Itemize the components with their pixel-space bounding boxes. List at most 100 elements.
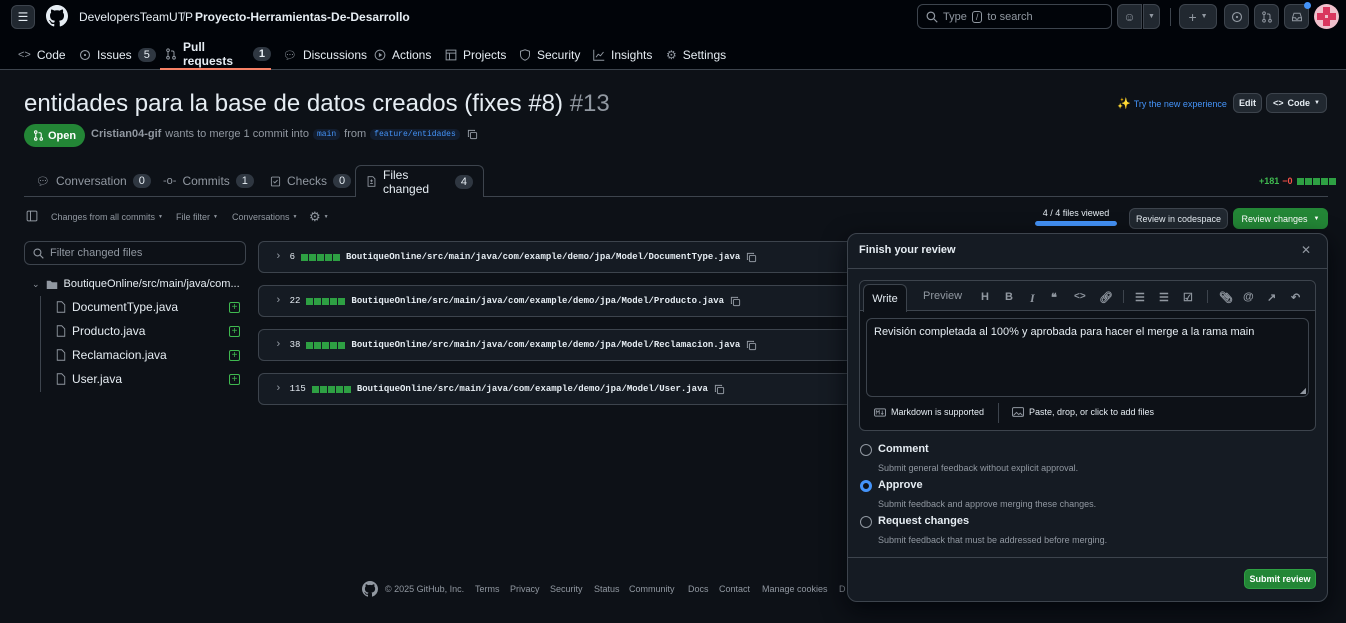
resize-handle-icon[interactable]: ◢ (1300, 386, 1306, 395)
repo-nav-projects[interactable]: Projects (445, 40, 506, 70)
chevron-right-icon[interactable]: › (275, 295, 282, 307)
code-icon[interactable]: <> (1074, 291, 1086, 302)
task-list-icon[interactable]: ☑ (1183, 291, 1193, 304)
comment-textarea[interactable]: Revisión completada al 100% y aprobada p… (866, 318, 1309, 397)
footer-link-terms[interactable]: Terms (475, 584, 500, 594)
paperclip-icon[interactable]: 📎︎ (1219, 291, 1233, 304)
breadcrumb-owner[interactable]: DevelopersTeamUTP (79, 10, 193, 24)
bulleted-list-icon[interactable]: ☰ (1159, 291, 1169, 304)
pr-author[interactable]: Cristian04-gif (91, 128, 161, 140)
footer-link-truncated[interactable]: D (839, 584, 846, 594)
pr-title-text: entidades para la base de datos creados … (24, 90, 564, 117)
diff-file-path[interactable]: BoutiqueOnline/src/main/java/com/example… (357, 384, 708, 394)
repo-nav-insights[interactable]: Insights (593, 40, 652, 70)
copy-icon[interactable] (746, 340, 757, 351)
menu-button[interactable]: ☰ (11, 5, 35, 29)
avatar[interactable] (1314, 4, 1339, 29)
tab-conversation[interactable]: 💬︎ Conversation 0 (36, 166, 151, 196)
bold-icon[interactable]: B (1005, 291, 1013, 303)
breadcrumb-repo[interactable]: Proyecto-Herramientas-De-Desarrollo (195, 10, 410, 24)
tab-checks[interactable]: Checks 0 (270, 166, 352, 196)
review-in-codespace-button[interactable]: Review in codespace (1129, 208, 1228, 229)
repo-nav-security[interactable]: Security (519, 40, 580, 70)
footer-link-security[interactable]: Security (550, 584, 583, 594)
tab-commits[interactable]: -o- Commits 1 (163, 166, 254, 196)
option-comment-title[interactable]: Comment (878, 443, 929, 455)
cross-reference-icon[interactable]: ↗ (1267, 291, 1276, 304)
copilot-dropdown-button[interactable]: ▼ (1143, 4, 1160, 29)
numbered-list-icon[interactable]: ☰ (1135, 291, 1145, 304)
pull-requests-button[interactable] (1254, 4, 1279, 29)
copy-icon[interactable] (467, 129, 478, 140)
diff-settings-dropdown[interactable]: ⚙ ▼ (309, 209, 329, 225)
repo-nav-code[interactable]: <> Code (18, 40, 66, 70)
file-filter-dropdown[interactable]: File filter ▼ (176, 212, 218, 222)
footer-link-community[interactable]: Community (629, 584, 675, 594)
link-icon[interactable]: 🔗︎ (1099, 291, 1113, 304)
tab-files-changed[interactable]: Files changed 4 (355, 165, 484, 197)
option-approve-title[interactable]: Approve (878, 479, 923, 491)
radio-comment[interactable] (860, 444, 872, 456)
review-changes-button[interactable]: Review changes ▼ (1233, 208, 1328, 229)
quote-icon[interactable]: ❝ (1051, 291, 1057, 304)
tree-file-item[interactable]: Reclamacion.java + (56, 344, 246, 366)
tree-file-item[interactable]: User.java + (56, 368, 246, 390)
repo-nav-discussions[interactable]: 💬︎ Discussions (283, 40, 367, 70)
footer-link-docs[interactable]: Docs (688, 584, 709, 594)
diff-file-header[interactable]: › 6 BoutiqueOnline/src/main/java/com/exa… (258, 241, 858, 273)
undo-icon[interactable]: ↶ (1291, 291, 1300, 304)
diff-file-path[interactable]: BoutiqueOnline/src/main/java/com/example… (351, 340, 740, 350)
tree-folder[interactable]: ⌄ BoutiqueOnline/src/main/java/com... (32, 275, 246, 293)
italic-icon[interactable]: I (1030, 291, 1035, 306)
footer-github-icon[interactable] (362, 581, 378, 597)
repo-nav-settings[interactable]: ⚙ Settings (666, 40, 726, 70)
close-icon[interactable]: ✕ (1301, 243, 1311, 257)
tab-write[interactable]: Write (863, 284, 907, 312)
radio-approve[interactable] (860, 480, 872, 492)
footer-link-contact[interactable]: Contact (719, 584, 750, 594)
attach-files[interactable]: Paste, drop, or click to add files (1012, 407, 1154, 417)
diff-file-header[interactable]: › 115 BoutiqueOnline/src/main/java/com/e… (258, 373, 858, 405)
diff-bars (306, 341, 346, 349)
repo-nav-pull-requests[interactable]: Pull requests 1 (160, 40, 271, 70)
footer-link-privacy[interactable]: Privacy (510, 584, 540, 594)
footer-link-status[interactable]: Status (594, 584, 620, 594)
github-logo-icon[interactable] (46, 5, 68, 27)
copilot-button[interactable]: ☺ (1117, 4, 1142, 29)
diff-file-header[interactable]: › 38 BoutiqueOnline/src/main/java/com/ex… (258, 329, 858, 361)
copy-icon[interactable] (730, 296, 741, 307)
diff-file-path[interactable]: BoutiqueOnline/src/main/java/com/example… (351, 296, 724, 306)
search-input[interactable]: Type / to search (917, 4, 1112, 29)
try-new-experience-link[interactable]: ✨ Try the new experience (1117, 97, 1227, 110)
create-new-button[interactable]: + ▼ (1179, 4, 1217, 29)
repo-nav-actions[interactable]: Actions (374, 40, 431, 70)
markdown-supported[interactable]: Markdown is supported (874, 407, 984, 417)
copy-icon[interactable] (746, 252, 757, 263)
chevron-right-icon[interactable]: › (275, 339, 282, 351)
tree-file-item[interactable]: Producto.java + (56, 320, 246, 342)
tab-preview[interactable]: Preview (923, 290, 962, 302)
issues-button[interactable] (1224, 4, 1249, 29)
code-dropdown-button[interactable]: <> Code ▼ (1266, 93, 1327, 113)
mention-icon[interactable]: @ (1243, 291, 1254, 303)
heading-icon[interactable]: H (981, 291, 989, 303)
diff-file-header[interactable]: › 22 BoutiqueOnline/src/main/java/com/ex… (258, 285, 858, 317)
diff-file-path[interactable]: BoutiqueOnline/src/main/java/com/example… (346, 252, 740, 262)
head-branch[interactable]: feature/entidades (370, 128, 460, 140)
option-request-changes-title[interactable]: Request changes (878, 515, 969, 527)
base-branch[interactable]: main (312, 128, 341, 140)
changes-from-dropdown[interactable]: Changes from all commits ▼ (51, 212, 163, 222)
inbox-button[interactable] (1284, 2, 1311, 29)
chevron-right-icon[interactable]: › (275, 251, 282, 263)
filter-files-input[interactable]: Filter changed files (24, 241, 246, 265)
radio-request-changes[interactable] (860, 516, 872, 528)
tree-file-item[interactable]: DocumentType.java + (56, 296, 246, 318)
submit-review-button[interactable]: Submit review (1244, 569, 1316, 589)
repo-nav-issues[interactable]: Issues 5 (79, 40, 156, 70)
sidebar-toggle-icon[interactable] (26, 210, 38, 222)
footer-link-manage-cookies[interactable]: Manage cookies (762, 584, 828, 594)
copy-icon[interactable] (714, 384, 725, 395)
chevron-right-icon[interactable]: › (275, 383, 282, 395)
edit-button[interactable]: Edit (1233, 93, 1262, 113)
conversations-dropdown[interactable]: Conversations ▼ (232, 212, 297, 222)
